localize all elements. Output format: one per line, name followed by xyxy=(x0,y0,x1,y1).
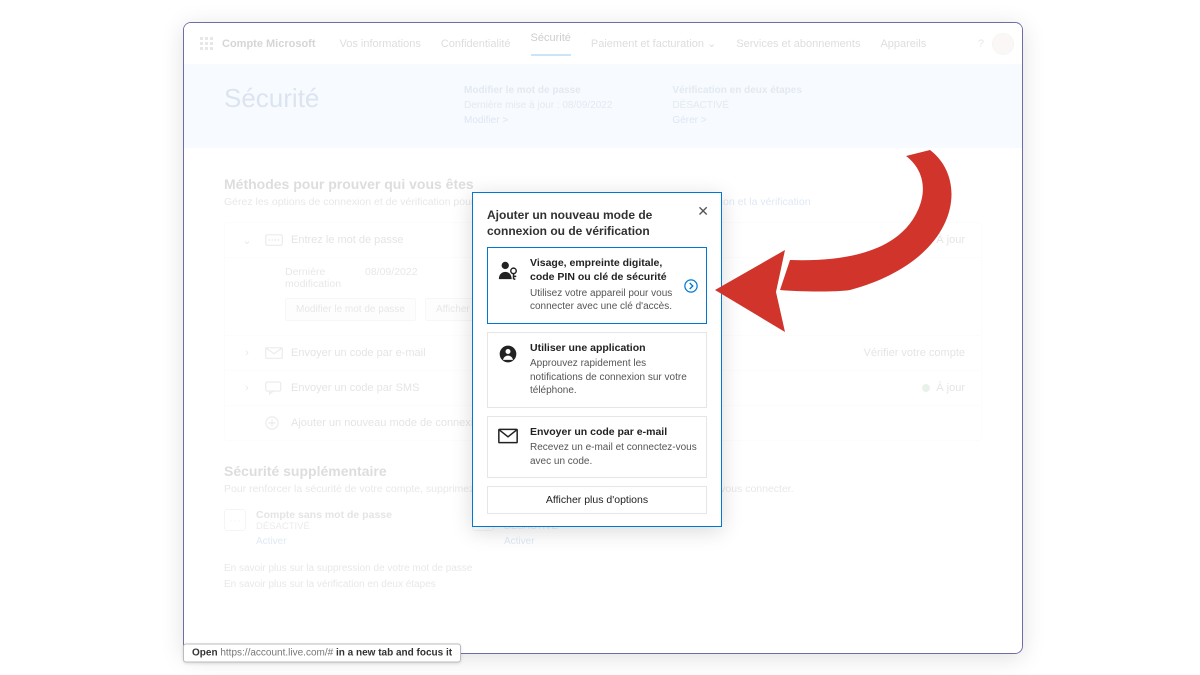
authenticator-icon xyxy=(496,342,520,398)
add-method-modal: ✕ Ajouter un nouveau mode de connexion o… xyxy=(472,192,722,527)
person-key-icon xyxy=(496,257,520,313)
modal-title: Ajouter un nouveau mode de connexion ou … xyxy=(487,207,707,239)
mail-icon xyxy=(496,426,520,469)
chevron-right-icon xyxy=(684,279,698,293)
close-icon[interactable]: ✕ xyxy=(697,203,709,220)
status-tooltip: Open https://account.live.com/# in a new… xyxy=(183,644,461,663)
option-email[interactable]: Envoyer un code par e-mail Recevez un e-… xyxy=(487,416,707,479)
option-passkey[interactable]: Visage, empreinte digitale, code PIN ou … xyxy=(487,247,707,323)
option-app[interactable]: Utiliser une application Approuvez rapid… xyxy=(487,332,707,408)
show-more-options-button[interactable]: Afficher plus d'options xyxy=(487,486,707,514)
